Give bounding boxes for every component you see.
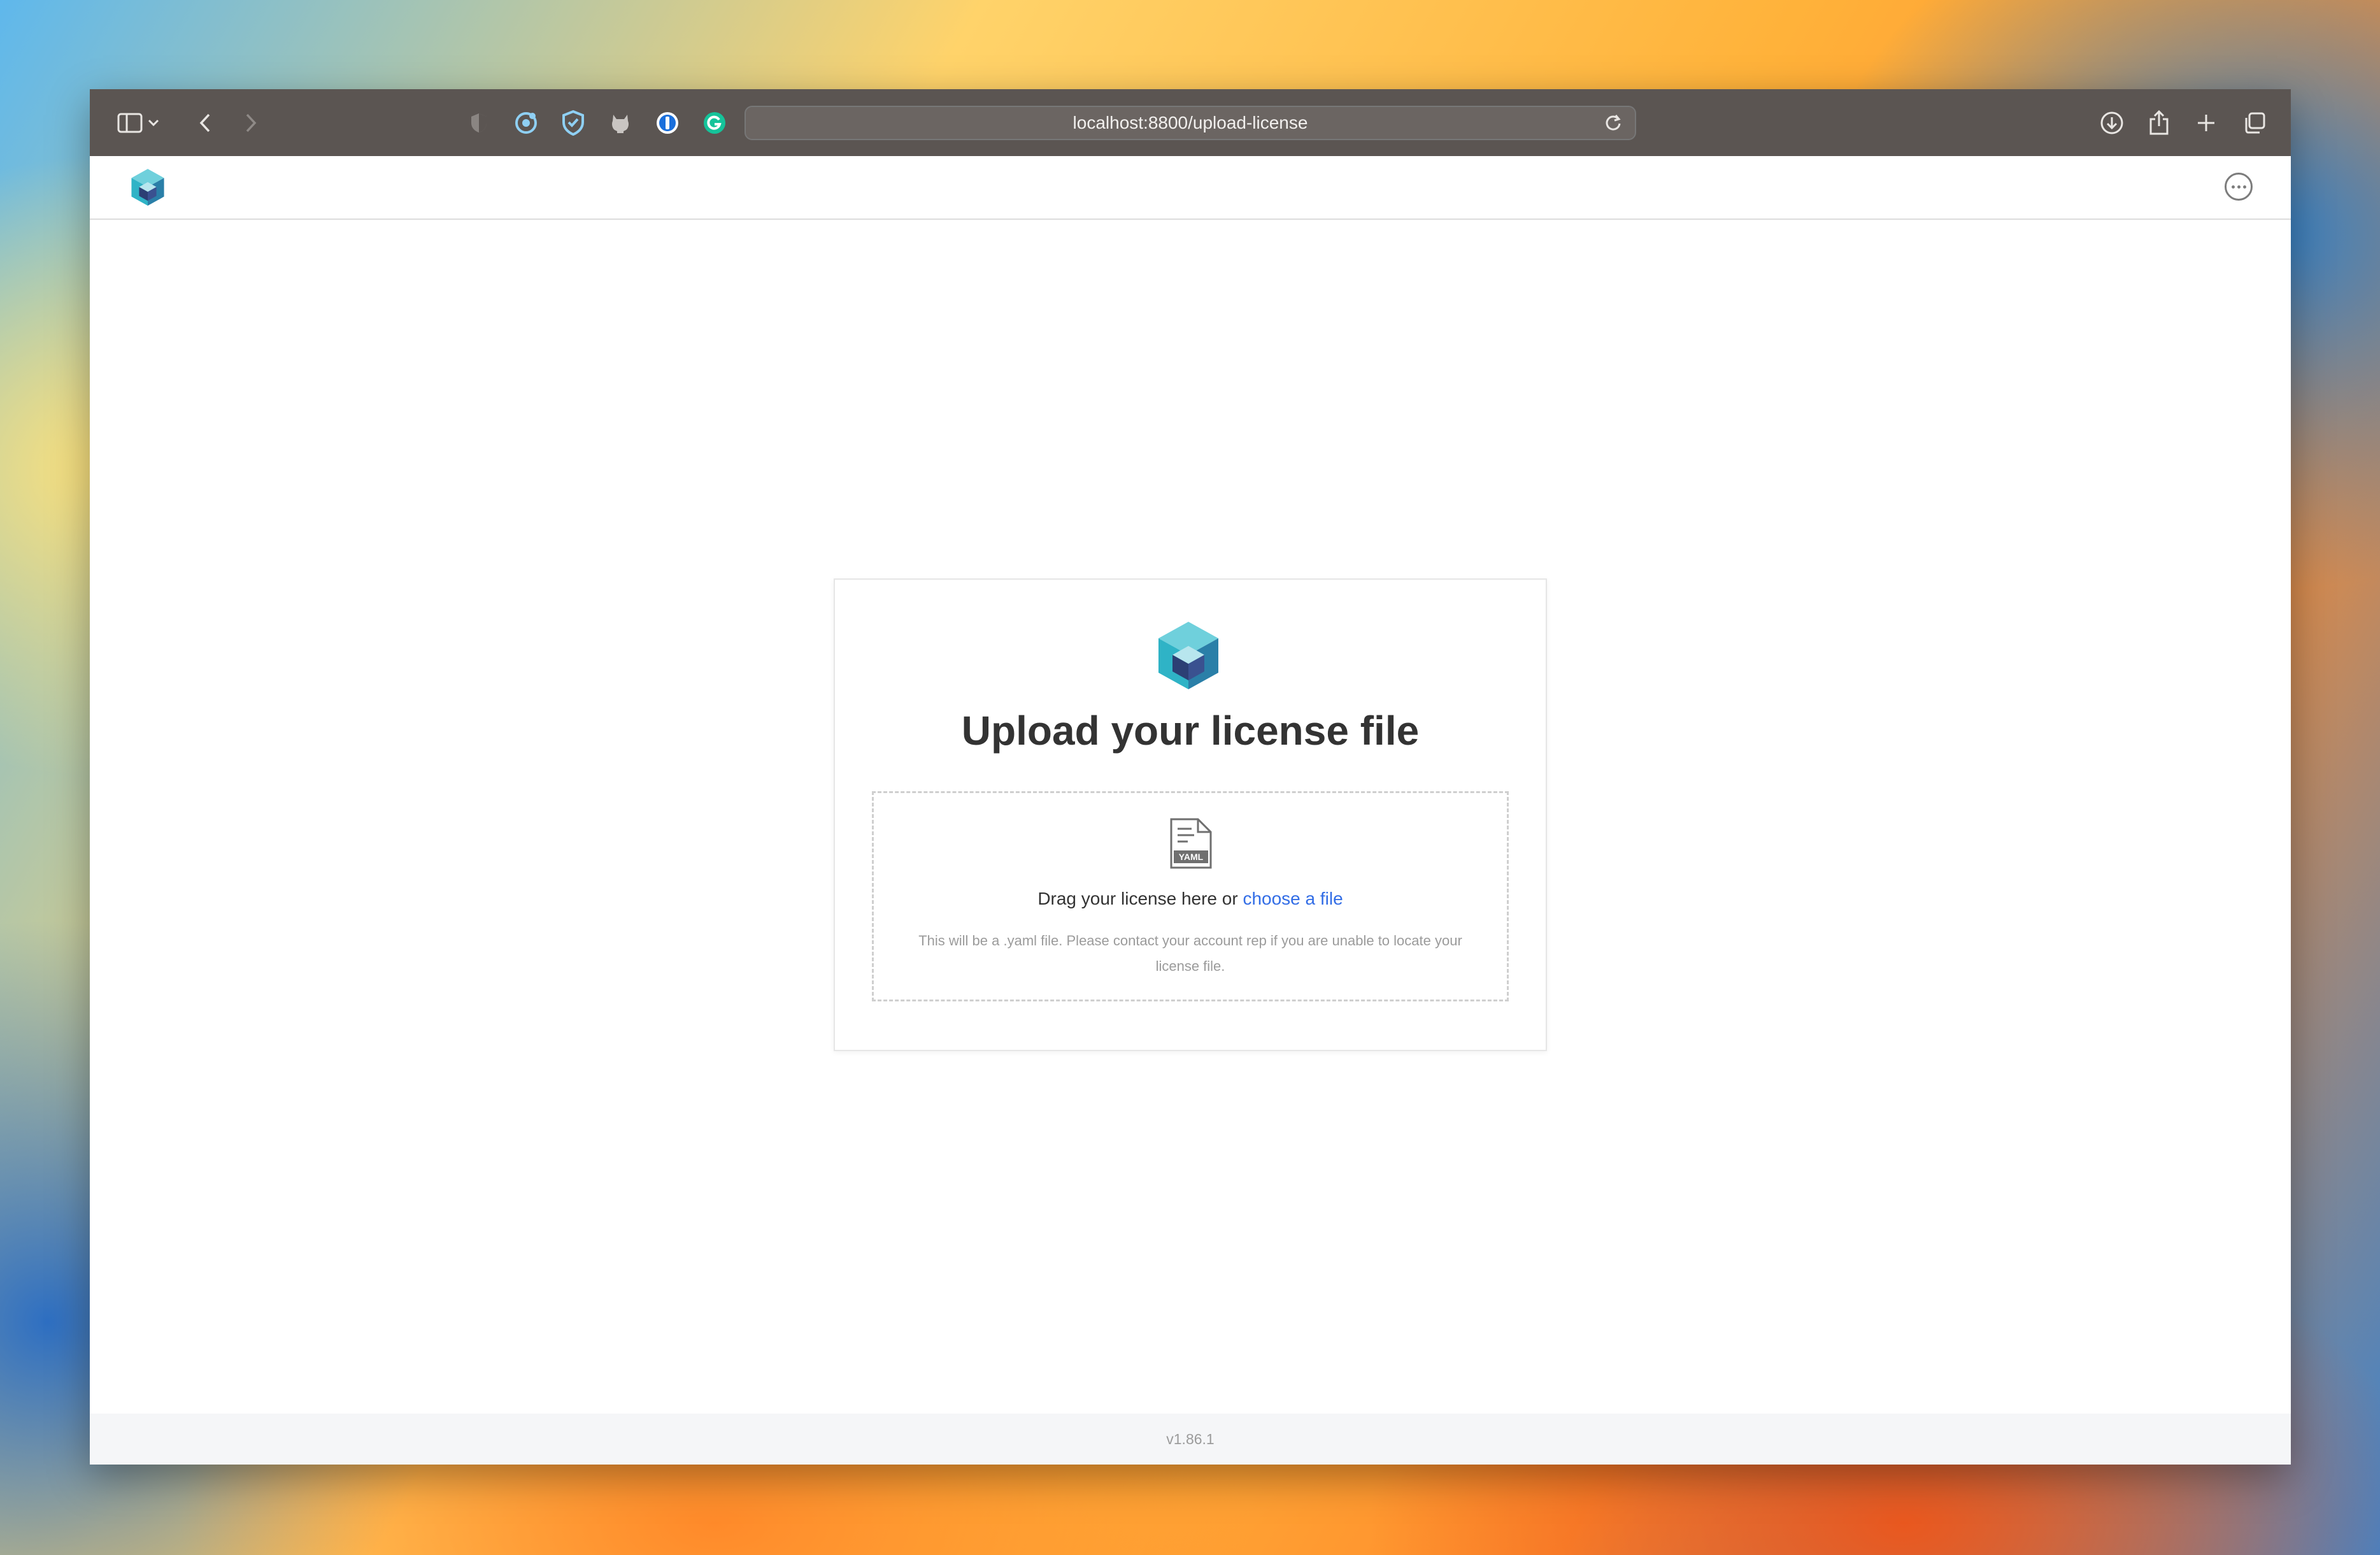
yaml-label: YAML [1179,852,1204,862]
privacy-shield-icon[interactable] [463,107,495,139]
forward-icon[interactable] [235,107,267,139]
drop-prompt: Drag your license here or choose a file [874,889,1507,909]
yaml-file-icon: YAML [1169,817,1213,870]
url-text: localhost:8800/upload-license [1072,113,1308,133]
grammar-icon[interactable] [699,107,730,139]
license-dropzone[interactable]: YAML Drag your license here or choose a … [872,791,1509,1001]
shield-check-icon[interactable] [557,107,589,139]
browser-window: localhost:8800/upload-license Upload you… [90,89,2291,1465]
extension-icon[interactable] [510,107,542,139]
address-bar[interactable]: localhost:8800/upload-license [745,106,1636,140]
github-icon[interactable] [604,107,636,139]
app-header [90,156,2291,220]
upload-license-card: Upload your license file YAML Drag your … [834,578,1547,1051]
cube-logo-icon[interactable] [129,168,166,207]
chevron-down-icon[interactable] [142,107,165,139]
password-manager-icon[interactable] [652,107,683,139]
choose-file-link[interactable]: choose a file [1243,889,1343,908]
footer: v1.86.1 [90,1414,2291,1465]
download-icon[interactable] [2096,107,2128,139]
share-icon[interactable] [2143,107,2175,139]
back-icon[interactable] [189,107,221,139]
page-title: Upload your license file [961,708,1420,754]
tabs-overview-icon[interactable] [2239,107,2270,139]
drop-prompt-text: Drag your license here or [1037,889,1243,908]
help-text: This will be a .yaml file. Please contac… [918,933,1462,974]
cube-logo-icon [1155,619,1222,692]
version-label: v1.86.1 [1166,1431,1215,1447]
new-tab-icon[interactable] [2190,107,2222,139]
reload-icon[interactable] [1600,110,1626,135]
sidebar-icon[interactable] [114,107,146,139]
browser-toolbar: localhost:8800/upload-license [90,89,2291,156]
more-icon[interactable] [2225,173,2253,201]
